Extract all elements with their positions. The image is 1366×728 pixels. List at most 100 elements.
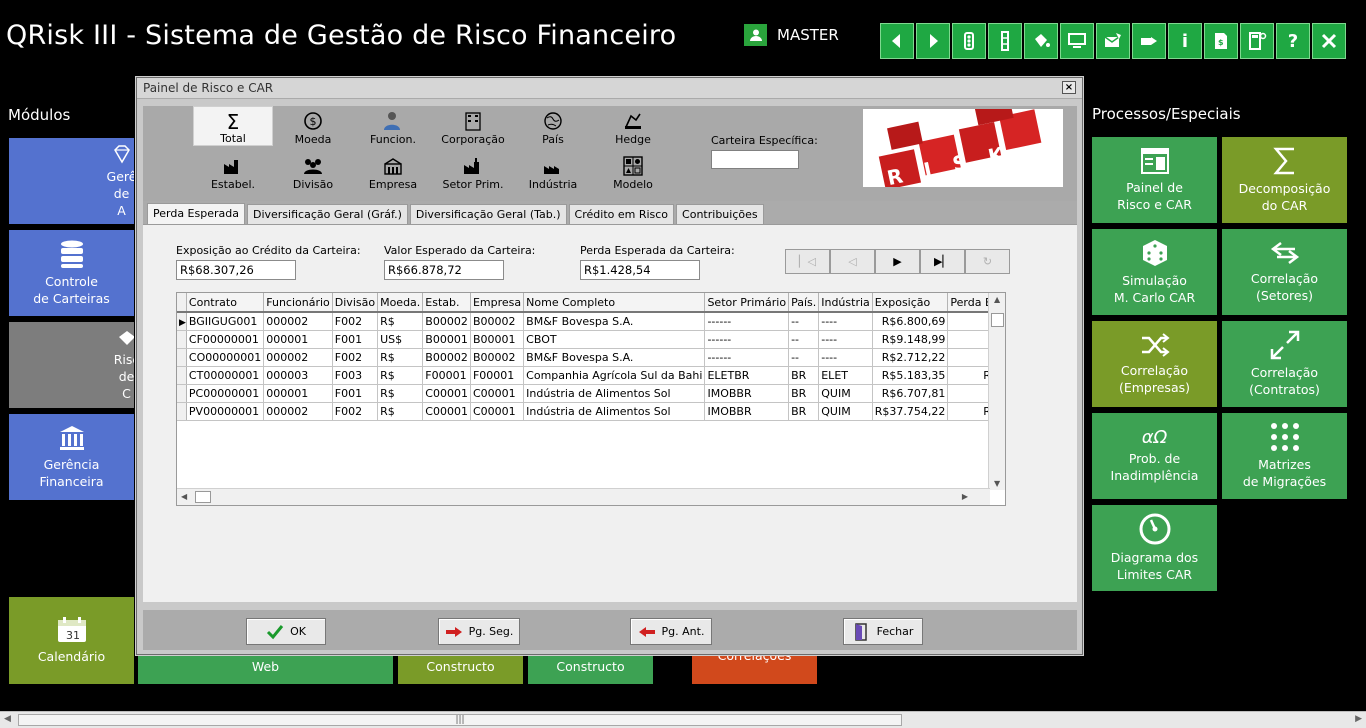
fechar-button[interactable]: Fechar — [843, 618, 923, 645]
agg-modelo-button[interactable]: Modelo — [593, 151, 673, 191]
col-header-moeda[interactable]: Moeda. — [377, 293, 424, 313]
module-tile-financeira[interactable]: Gerência Financeira — [9, 414, 134, 500]
forward-icon[interactable] — [916, 23, 950, 59]
contracts-grid[interactable]: Contrato Funcionário Divisão Moeda. Esta… — [176, 292, 1006, 506]
refresh-record-icon[interactable]: ↻ — [965, 249, 1010, 274]
first-record-icon[interactable]: ▏◁ — [785, 249, 830, 274]
contracts-table: Contrato Funcionário Divisão Moeda. Esta… — [177, 293, 1005, 421]
calculator-icon[interactable] — [1240, 23, 1274, 59]
bottom-tile-constructo-2[interactable]: Constructo — [528, 650, 653, 684]
agg-pais-button[interactable]: País — [513, 106, 593, 146]
agg-empresa-button[interactable]: Empresa — [353, 151, 433, 191]
company-icon — [384, 158, 402, 175]
ok-button[interactable]: OK — [246, 618, 326, 645]
mail-icon[interactable] — [1096, 23, 1130, 59]
module-tile-3[interactable]: Risc de C — [9, 322, 134, 408]
table-row[interactable]: CT00000001 000003 F003 R$ F00001 F00001 Compan… — [177, 366, 1005, 385]
grid-vertical-scroll-thumb[interactable] — [991, 313, 1004, 327]
grid-horizontal-scroll-thumb[interactable] — [195, 491, 211, 503]
prior-record-icon[interactable]: ◁ — [830, 249, 875, 274]
report-icon[interactable]: $ — [1204, 23, 1238, 59]
tile-painel-risco-car[interactable]: Painel de Risco e CAR — [1092, 137, 1217, 223]
tile-prob-inadimplencia[interactable]: αΩ Prob. de Inadimplência — [1092, 413, 1217, 499]
desktop-scroll-thumb[interactable]: ||| — [18, 714, 902, 726]
col-header-industria[interactable]: Indústria — [818, 293, 873, 313]
calendar-tile[interactable]: 31 Calendário — [9, 597, 134, 684]
col-header-funcionario[interactable]: Funcionário — [263, 293, 333, 313]
alpha-omega-icon: αΩ — [1141, 426, 1168, 448]
module-tile-carteiras[interactable]: Controle de Carteiras — [9, 230, 134, 316]
agg-setor-primario-button[interactable]: Setor Prim. — [433, 151, 513, 191]
bottom-tile-constructo-1[interactable]: Constructo — [398, 650, 523, 684]
next-record-icon[interactable]: ▶ — [875, 249, 920, 274]
close-icon[interactable] — [1312, 23, 1346, 59]
table-row[interactable]: CF00000001 000001 F001 US$ B00001 B00001 CBOT -… — [177, 330, 1005, 349]
tile-matrizes-migracoes[interactable]: Matrizes de Migrações — [1222, 413, 1347, 499]
module-tile-1[interactable]: Gerê de A — [9, 138, 134, 224]
tile-correlacao-empresas[interactable]: Correlação (Empresas) — [1092, 321, 1217, 407]
table-cell: 000001 — [263, 384, 333, 403]
col-header-exposicao[interactable]: Exposição — [872, 293, 949, 313]
traffic-light-vertical-icon[interactable] — [988, 23, 1022, 59]
agg-funcionario-button[interactable]: Funcion. — [353, 106, 433, 146]
table-row[interactable]: PV00000001 000002 F002 R$ C00001 C00001 Indúst… — [177, 402, 1005, 421]
table-row[interactable]: PC00000001 000001 F001 R$ C00001 C00001 Indúst… — [177, 384, 1005, 403]
col-header-estab[interactable]: Estab. — [422, 293, 471, 313]
tile-simulacao-mc-label2: M. Carlo CAR — [1113, 290, 1196, 305]
table-cell: R$6.800,69 — [872, 312, 949, 331]
tile-simulacao-mc[interactable]: Simulação M. Carlo CAR — [1092, 229, 1217, 315]
dice-icon — [1142, 240, 1167, 266]
sigma-icon: Σ — [226, 110, 240, 134]
bucket-icon[interactable] — [1024, 23, 1058, 59]
col-header-setor-primario[interactable]: Setor Primário — [704, 293, 790, 313]
col-header-contrato[interactable]: Contrato — [186, 293, 265, 313]
help-icon[interactable]: ? — [1276, 23, 1310, 59]
agg-industria-button[interactable]: Indústria — [513, 151, 593, 191]
traffic-light-icon[interactable] — [952, 23, 986, 59]
user-name: MASTER — [777, 26, 839, 44]
grid-horizontal-scrollbar[interactable]: ◀ ▶ — [177, 488, 990, 505]
tile-decomposicao-car[interactable]: Decomposição do CAR — [1222, 137, 1347, 223]
tile-correlacao-setores[interactable]: Correlação (Setores) — [1222, 229, 1347, 315]
tab-credito-em-risco[interactable]: Crédito em Risco — [568, 204, 675, 224]
window-footer: OK Pg. Seg. Pg. Ant. Fechar — [143, 610, 1077, 650]
tab-perda-esperada[interactable]: Perda Esperada — [147, 203, 245, 224]
desktop-horizontal-scrollbar[interactable]: ◀ ||| ▶ — [0, 711, 1366, 728]
table-cell: QUIM — [818, 402, 873, 421]
agg-funcionario-label: Funcion. — [370, 133, 416, 146]
col-header-empresa[interactable]: Empresa — [470, 293, 525, 313]
send-icon[interactable] — [1132, 23, 1166, 59]
prev-page-button[interactable]: Pg. Ant. — [630, 618, 712, 645]
back-icon[interactable] — [880, 23, 914, 59]
arrow-right-icon — [445, 626, 462, 637]
info-icon[interactable]: i — [1168, 23, 1202, 59]
agg-corporacao-button[interactable]: Corporação — [433, 106, 513, 146]
monitor-icon[interactable] — [1060, 23, 1094, 59]
window-close-button[interactable]: × — [1062, 81, 1076, 94]
col-header-divisao[interactable]: Divisão — [332, 293, 379, 313]
agg-estabelecimento-button[interactable]: Estabel. — [193, 151, 273, 191]
tab-contribuicoes[interactable]: Contribuições — [676, 204, 764, 224]
last-record-icon[interactable]: ▶▏ — [920, 249, 965, 274]
tile-diagrama-limites[interactable]: Diagrama dos Limites CAR — [1092, 505, 1217, 591]
col-header-nome-completo[interactable]: Nome Completo — [523, 293, 706, 313]
agg-total-button[interactable]: Σ Total — [193, 106, 273, 146]
table-row[interactable]: CO00000001 000002 F002 R$ B00002 B00002 BM&F B… — [177, 348, 1005, 367]
table-cell: R$37.754,22 — [872, 402, 949, 421]
grid-vertical-scrollbar[interactable]: ▲ ▼ — [988, 293, 1005, 490]
col-header-pais[interactable]: País. — [788, 293, 820, 313]
agg-moeda-button[interactable]: $ Moeda — [273, 106, 353, 146]
tile-correlacao-contratos[interactable]: Correlação (Contratos) — [1222, 321, 1347, 407]
table-row[interactable]: ▶ BGIIGUG001 000002 F002 R$ B00002 B00002 BM&F … — [177, 312, 1005, 331]
tab-diversificacao-graf[interactable]: Diversificação Geral (Gráf.) — [246, 204, 408, 224]
carteira-especifica-input[interactable] — [711, 150, 799, 169]
agg-hedge-button[interactable]: Hedge — [593, 106, 673, 146]
table-cell: CO00000001 — [186, 348, 265, 367]
table-cell: IMOBBR — [704, 384, 790, 403]
agg-divisao-button[interactable]: Divisão — [273, 151, 353, 191]
row-indicator — [177, 330, 187, 349]
bottom-tile-correlacoes[interactable]: Correlações — [692, 650, 817, 684]
bottom-tile-web[interactable]: Web — [138, 650, 393, 684]
next-page-button[interactable]: Pg. Seg. — [438, 618, 520, 645]
tab-diversificacao-tab[interactable]: Diversificação Geral (Tab.) — [409, 204, 567, 224]
